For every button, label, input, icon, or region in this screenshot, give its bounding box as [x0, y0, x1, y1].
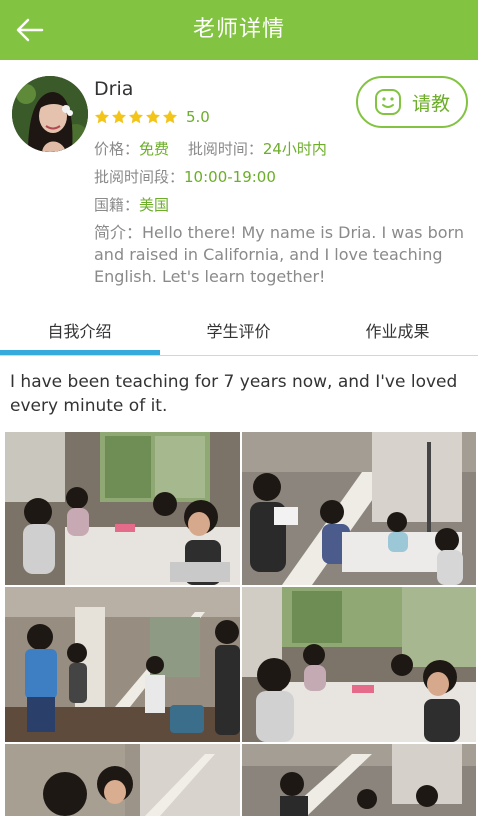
app-header: 老师详情 — [0, 0, 478, 60]
teacher-profile: Dria 5.0 请教 价格：免费 批阅时间：24小时内 批阅时间段：10:00… — [0, 60, 478, 312]
classroom-photo[interactable] — [5, 432, 240, 585]
price-row: 价格：免费 批阅时间：24小时内 — [94, 138, 327, 159]
classroom-photo[interactable] — [5, 744, 240, 816]
teacher-name: Dria — [94, 78, 134, 100]
smiley-icon — [374, 89, 401, 115]
tab-homework-results[interactable]: 作业成果 — [318, 312, 477, 356]
star-icon — [129, 110, 143, 124]
tab-divider — [160, 355, 478, 356]
star-icon — [163, 110, 177, 124]
rating-value: 5.0 — [186, 108, 210, 126]
price-label: 价格： — [94, 140, 140, 158]
review-time-label: 批阅时间： — [187, 140, 263, 158]
ask-teacher-button[interactable]: 请教 — [356, 76, 468, 128]
nationality-row: 国籍：美国 — [94, 194, 169, 215]
review-time-value: 24小时内 — [262, 140, 327, 158]
self-intro-text: I have been teaching for 7 years now, an… — [10, 372, 458, 416]
teacher-photo — [12, 76, 88, 152]
classroom-photo[interactable] — [5, 587, 240, 742]
active-tab-indicator — [0, 350, 160, 355]
classroom-photo[interactable] — [242, 432, 476, 585]
tab-student-reviews[interactable]: 学生评价 — [159, 312, 318, 356]
star-rating: 5.0 — [94, 107, 210, 127]
page-title: 老师详情 — [192, 17, 285, 42]
star-icon — [112, 110, 126, 124]
classroom-photo[interactable] — [242, 744, 476, 816]
teacher-intro: 简介：Hello there! My name is Dria. I was b… — [94, 223, 464, 286]
nationality-label: 国籍： — [94, 196, 140, 214]
star-icon — [95, 110, 109, 124]
ask-button-label: 请教 — [411, 92, 450, 115]
avatar[interactable] — [12, 76, 88, 152]
review-period-label: 批阅时间段： — [94, 168, 185, 186]
classroom-photo[interactable] — [242, 587, 476, 742]
review-period-row: 批阅时间段：10:00-19:00 — [94, 166, 276, 187]
price-value: 免费 — [139, 140, 170, 158]
review-period-value: 10:00-19:00 — [184, 168, 276, 186]
photo-gallery — [5, 432, 476, 816]
nationality-value: 美国 — [139, 196, 170, 214]
star-icon — [146, 110, 160, 124]
